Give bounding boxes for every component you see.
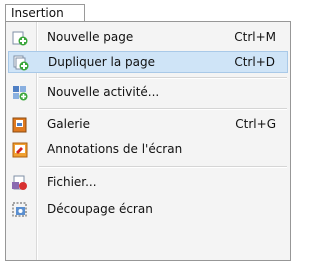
menu-item-label: Découpage écran [47,202,153,216]
screen-capture-icon [12,202,27,217]
menu-tab-label: Insertion [11,6,64,20]
menu-item-file[interactable]: Fichier... [8,172,288,194]
menu-item-label: Nouvelle page [47,30,134,44]
file-icon [12,175,27,190]
new-activity-icon [13,86,28,101]
menu-item-shortcut: Ctrl+D [234,55,275,69]
menu-item-new-activity[interactable]: Nouvelle activité... [8,82,288,104]
menu-separator [39,108,287,110]
menu-item-label: Annotations de l'écran [47,142,183,156]
menu-item-shortcut: Ctrl+M [234,30,276,44]
menu-tab-insertion[interactable]: Insertion [5,4,85,21]
menu-separator [39,77,287,79]
duplicate-page-icon [13,55,29,71]
menu-item-label: Fichier... [47,175,97,189]
menu-item-shortcut: Ctrl+G [235,117,276,131]
new-page-icon [12,31,28,46]
menu-item-screen-capture[interactable]: Découpage écran [8,199,288,221]
menu-item-screen-annotations[interactable]: Annotations de l'écran [8,139,288,161]
gallery-icon [12,117,27,133]
menu-bar: Insertion [5,0,292,22]
menu-separator [39,166,287,168]
menu-item-new-page[interactable]: Nouvelle page Ctrl+M [8,27,288,49]
menu-item-label: Nouvelle activité... [47,85,160,99]
dropdown-menu: Nouvelle page Ctrl+M Dupliquer la page C… [5,21,291,261]
menu-item-label: Galerie [47,117,91,131]
menu-item-gallery[interactable]: Galerie Ctrl+G [8,114,288,136]
menu-item-duplicate-page[interactable]: Dupliquer la page Ctrl+D [8,51,288,73]
screen-annotation-icon [12,142,28,158]
menu-item-label: Dupliquer la page [48,55,155,69]
